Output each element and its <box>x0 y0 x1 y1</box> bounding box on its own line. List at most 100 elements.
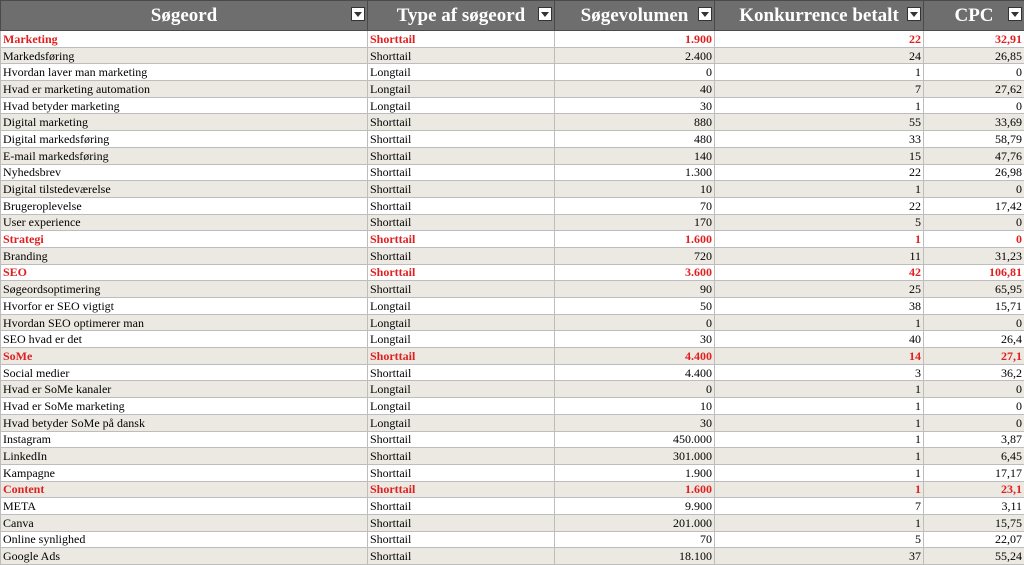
cell-volume[interactable]: 450.000 <box>555 431 715 448</box>
cell-type[interactable]: Shorttail <box>368 247 555 264</box>
cell-volume[interactable]: 720 <box>555 247 715 264</box>
cell-volume[interactable]: 10 <box>555 181 715 198</box>
cell-type[interactable]: Shorttail <box>368 47 555 64</box>
cell-competition[interactable]: 11 <box>715 247 924 264</box>
cell-volume[interactable]: 0 <box>555 314 715 331</box>
cell-volume[interactable]: 301.000 <box>555 448 715 465</box>
cell-volume[interactable]: 140 <box>555 147 715 164</box>
cell-volume[interactable]: 0 <box>555 64 715 81</box>
cell-keyword[interactable]: Marketing <box>1 31 368 48</box>
cell-type[interactable]: Shorttail <box>368 214 555 231</box>
cell-volume[interactable]: 90 <box>555 281 715 298</box>
cell-keyword[interactable]: Hvad er SoMe kanaler <box>1 381 368 398</box>
cell-keyword[interactable]: Digital marketing <box>1 114 368 131</box>
cell-type[interactable]: Longtail <box>368 81 555 98</box>
cell-cpc[interactable]: 23,1 <box>924 481 1024 498</box>
cell-volume[interactable]: 170 <box>555 214 715 231</box>
cell-cpc[interactable]: 22,07 <box>924 531 1024 548</box>
cell-type[interactable]: Longtail <box>368 414 555 431</box>
cell-competition[interactable]: 3 <box>715 364 924 381</box>
cell-volume[interactable]: 880 <box>555 114 715 131</box>
cell-keyword[interactable]: Social medier <box>1 364 368 381</box>
cell-cpc[interactable]: 6,45 <box>924 448 1024 465</box>
cell-cpc[interactable]: 3,11 <box>924 498 1024 515</box>
cell-keyword[interactable]: Digital markedsføring <box>1 131 368 148</box>
cell-cpc[interactable]: 27,1 <box>924 348 1024 365</box>
cell-keyword[interactable]: Strategi <box>1 231 368 248</box>
cell-type[interactable]: Longtail <box>368 331 555 348</box>
cell-cpc[interactable]: 0 <box>924 97 1024 114</box>
cell-keyword[interactable]: Brugeroplevelse <box>1 197 368 214</box>
cell-competition[interactable]: 15 <box>715 147 924 164</box>
cell-volume[interactable]: 1.900 <box>555 464 715 481</box>
cell-volume[interactable]: 1.600 <box>555 481 715 498</box>
cell-keyword[interactable]: Hvad betyder marketing <box>1 97 368 114</box>
cell-keyword[interactable]: E-mail markedsføring <box>1 147 368 164</box>
cell-cpc[interactable]: 31,23 <box>924 247 1024 264</box>
cell-volume[interactable]: 4.400 <box>555 348 715 365</box>
cell-keyword[interactable]: META <box>1 498 368 515</box>
cell-type[interactable]: Shorttail <box>368 164 555 181</box>
cell-keyword[interactable]: LinkedIn <box>1 448 368 465</box>
cell-volume[interactable]: 0 <box>555 381 715 398</box>
cell-cpc[interactable]: 0 <box>924 398 1024 415</box>
cell-cpc[interactable]: 0 <box>924 381 1024 398</box>
cell-competition[interactable]: 1 <box>715 381 924 398</box>
cell-competition[interactable]: 7 <box>715 498 924 515</box>
cell-keyword[interactable]: Kampagne <box>1 464 368 481</box>
cell-competition[interactable]: 38 <box>715 298 924 315</box>
cell-competition[interactable]: 55 <box>715 114 924 131</box>
cell-keyword[interactable]: SEO hvad er det <box>1 331 368 348</box>
cell-cpc[interactable]: 33,69 <box>924 114 1024 131</box>
cell-cpc[interactable]: 47,76 <box>924 147 1024 164</box>
cell-type[interactable]: Shorttail <box>368 348 555 365</box>
cell-cpc[interactable]: 58,79 <box>924 131 1024 148</box>
cell-keyword[interactable]: Søgeordsoptimering <box>1 281 368 298</box>
cell-volume[interactable]: 480 <box>555 131 715 148</box>
cell-volume[interactable]: 1.600 <box>555 231 715 248</box>
cell-volume[interactable]: 30 <box>555 414 715 431</box>
cell-competition[interactable]: 1 <box>715 514 924 531</box>
cell-cpc[interactable]: 0 <box>924 314 1024 331</box>
filter-dropdown-icon[interactable] <box>907 7 921 21</box>
cell-type[interactable]: Shorttail <box>368 514 555 531</box>
cell-keyword[interactable]: Online synlighed <box>1 531 368 548</box>
cell-keyword[interactable]: Canva <box>1 514 368 531</box>
cell-keyword[interactable]: Google Ads <box>1 548 368 565</box>
cell-volume[interactable]: 9.900 <box>555 498 715 515</box>
cell-cpc[interactable]: 27,62 <box>924 81 1024 98</box>
cell-cpc[interactable]: 26,98 <box>924 164 1024 181</box>
cell-keyword[interactable]: Content <box>1 481 368 498</box>
cell-type[interactable]: Longtail <box>368 398 555 415</box>
cell-type[interactable]: Shorttail <box>368 531 555 548</box>
filter-dropdown-icon[interactable] <box>1008 7 1022 21</box>
cell-cpc[interactable]: 0 <box>924 181 1024 198</box>
cell-competition[interactable]: 1 <box>715 448 924 465</box>
cell-cpc[interactable]: 36,2 <box>924 364 1024 381</box>
cell-competition[interactable]: 24 <box>715 47 924 64</box>
cell-competition[interactable]: 1 <box>715 464 924 481</box>
cell-type[interactable]: Longtail <box>368 298 555 315</box>
cell-volume[interactable]: 1.300 <box>555 164 715 181</box>
cell-competition[interactable]: 5 <box>715 531 924 548</box>
cell-cpc[interactable]: 0 <box>924 231 1024 248</box>
cell-competition[interactable]: 40 <box>715 331 924 348</box>
cell-volume[interactable]: 50 <box>555 298 715 315</box>
filter-dropdown-icon[interactable] <box>698 7 712 21</box>
cell-keyword[interactable]: Hvad betyder SoMe på dansk <box>1 414 368 431</box>
cell-keyword[interactable]: Hvad er SoMe marketing <box>1 398 368 415</box>
cell-competition[interactable]: 1 <box>715 431 924 448</box>
cell-type[interactable]: Shorttail <box>368 481 555 498</box>
cell-keyword[interactable]: Hvorfor er SEO vigtigt <box>1 298 368 315</box>
filter-dropdown-icon[interactable] <box>538 7 552 21</box>
cell-cpc[interactable]: 26,4 <box>924 331 1024 348</box>
cell-volume[interactable]: 10 <box>555 398 715 415</box>
cell-competition[interactable]: 1 <box>715 231 924 248</box>
cell-cpc[interactable]: 15,75 <box>924 514 1024 531</box>
cell-competition[interactable]: 1 <box>715 414 924 431</box>
cell-competition[interactable]: 1 <box>715 181 924 198</box>
cell-volume[interactable]: 1.900 <box>555 31 715 48</box>
cell-competition[interactable]: 1 <box>715 398 924 415</box>
cell-type[interactable]: Shorttail <box>368 114 555 131</box>
cell-type[interactable]: Longtail <box>368 64 555 81</box>
